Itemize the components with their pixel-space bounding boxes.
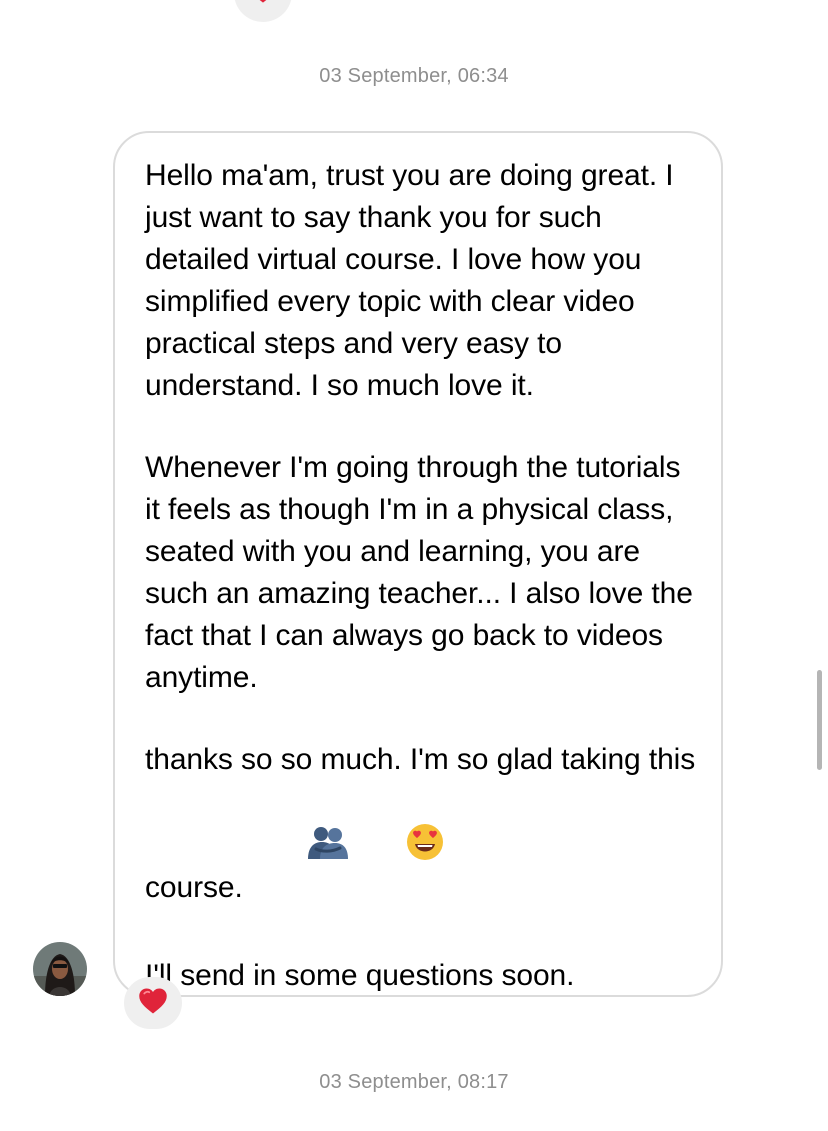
heart-icon xyxy=(138,987,168,1020)
message-paragraph: Hello ma'am, trust you are doing great. … xyxy=(145,159,682,402)
avatar[interactable] xyxy=(33,942,87,996)
message-timestamp: 03 September, 06:34 xyxy=(319,65,509,87)
heart-eyes-icon xyxy=(356,781,443,915)
scrollbar[interactable] xyxy=(817,670,822,770)
message-paragraph: I'll send in some questions soon. xyxy=(145,959,575,992)
message-paragraph: thanks so so much. I'm so glad taking th… xyxy=(145,739,701,915)
message-reaction[interactable] xyxy=(124,977,182,1029)
message-paragraph: Whenever I'm going through the tutorials… xyxy=(145,451,702,694)
previous-message-reaction[interactable] xyxy=(234,0,292,22)
message-bubble[interactable]: Hello ma'am, trust you are doing great. … xyxy=(113,131,723,997)
people-hugging-icon xyxy=(257,783,350,915)
heart-icon xyxy=(249,0,277,9)
message-timestamp: 03 September, 08:17 xyxy=(319,1071,509,1093)
